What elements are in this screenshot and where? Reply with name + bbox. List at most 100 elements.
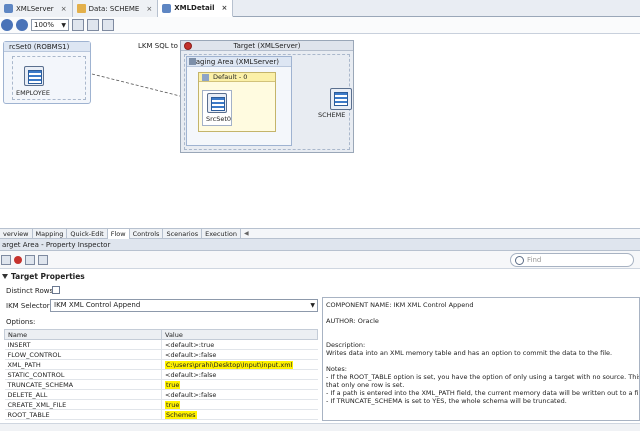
option-value-text: Schemes — [165, 410, 197, 419]
option-value-text: true — [165, 400, 181, 409]
target-close-icon[interactable] — [184, 42, 192, 50]
option-value-text: <default>:false — [165, 370, 217, 379]
column-name-header[interactable]: Name — [4, 329, 162, 340]
description-text: Writes data into an XML memory table and… — [326, 349, 613, 357]
inspector-toolbar: Find — [0, 251, 640, 269]
option-name: ROOT_TABLE — [4, 409, 162, 420]
pin-icon[interactable] — [14, 255, 22, 264]
model-icon — [4, 4, 13, 13]
close-icon[interactable]: × — [221, 4, 227, 12]
scheme-table-icon[interactable] — [330, 88, 352, 110]
option-name: CREATE_XML_FILE — [4, 399, 162, 410]
table-row[interactable]: DELETE_ALL <default>:false — [4, 389, 318, 400]
notes-title: Notes: — [326, 365, 347, 373]
staging-title: taging Area (XMLServer) — [187, 57, 291, 67]
option-name: XML_PATH — [4, 359, 162, 370]
tab-quick-edit[interactable]: Quick-Edit — [67, 229, 108, 239]
staging-icon — [189, 58, 196, 65]
layout-icon[interactable] — [87, 19, 99, 31]
tab-mapping[interactable]: Mapping — [33, 229, 68, 239]
option-name: INSERT — [4, 339, 162, 350]
table-row[interactable]: XML_PATH C:\users\prahi\Desktop\Input\inp… — [4, 359, 318, 370]
fit-icon[interactable] — [72, 19, 84, 31]
options-table: Name Value INSERT <default>:true FLOW_CONT… — [4, 329, 318, 420]
ikm-selector-value: IKM XML Control Append — [54, 301, 141, 309]
tab-overview[interactable]: verview — [0, 229, 33, 239]
tab-xmlserver[interactable]: XMLServer × — [0, 0, 73, 17]
option-name: STATIC_CONTROL — [4, 369, 162, 380]
option-name: DELETE_ALL — [4, 389, 162, 400]
tab-data-scheme[interactable]: Data: SCHEME × — [72, 0, 159, 17]
tab-label: XMLDetail — [174, 4, 215, 12]
close-icon[interactable]: × — [61, 5, 67, 13]
option-value[interactable]: Schemes — [161, 409, 318, 420]
option-value-text: <default>:true — [165, 340, 215, 349]
target-properties-header[interactable]: Target Properties — [2, 272, 85, 281]
option-value-text: true — [165, 380, 181, 389]
tab-scenarios[interactable]: Scenarios — [163, 229, 203, 239]
grid-icon[interactable] — [102, 19, 114, 31]
option-value[interactable]: <default>:false — [161, 389, 318, 400]
description-title: Description: — [326, 341, 366, 349]
option-value[interactable]: true — [161, 379, 318, 390]
scheme-label: SCHEME — [318, 111, 346, 119]
diagram-toolbar: 100% ▼ — [0, 17, 640, 34]
default-title: Default - 0 — [199, 73, 275, 82]
author: AUTHOR: Oracle — [326, 317, 379, 325]
option-value-text: <default>:false — [165, 350, 217, 359]
option-name: FLOW_CONTROL — [4, 349, 162, 360]
mapping-canvas[interactable]: rcSet0 (ROBMS1) EMPLOYEE LKM SQL to SQ T… — [0, 34, 640, 228]
property-inspector-title: arget Area - Property Inspector — [0, 239, 640, 251]
data-icon — [76, 4, 86, 13]
option-value[interactable]: <default>:true — [161, 339, 318, 350]
zoom-select[interactable]: 100% ▼ — [31, 19, 69, 31]
ikm-selector-label: IKM Selector: — [6, 302, 52, 310]
option-value[interactable]: true — [161, 399, 318, 410]
zoom-value: 100% — [34, 21, 55, 29]
dataset-icon — [202, 74, 209, 81]
editor-view-tabs: verview Mapping Quick-Edit Flow Controls… — [0, 228, 640, 239]
table-row[interactable]: TRUNCATE_SCHEMA true — [4, 379, 318, 390]
zoom-in-icon[interactable] — [1, 19, 13, 31]
find-input[interactable]: Find — [510, 253, 634, 267]
note-xml-path: - If a path is entered into the XML_PATH… — [326, 389, 640, 397]
find-placeholder: Find — [527, 256, 542, 264]
close-icon[interactable]: × — [146, 5, 152, 13]
tab-label: Data: SCHEME — [88, 4, 140, 13]
refresh-icon[interactable] — [1, 254, 11, 265]
tab-controls[interactable]: Controls — [130, 229, 164, 239]
table-row[interactable]: CREATE_XML_FILE true — [4, 399, 318, 410]
options-label: Options: — [6, 318, 36, 326]
ikm-selector[interactable]: IKM XML Control Append ▼ — [50, 299, 318, 312]
column-value-header[interactable]: Value — [161, 329, 318, 340]
tab-xmldetail[interactable]: XMLDetail × — [158, 0, 234, 17]
section-title: Target Properties — [11, 272, 85, 281]
option-value[interactable]: <default>:false — [161, 349, 318, 360]
status-bar — [0, 423, 640, 431]
tab-flow[interactable]: Flow — [107, 229, 130, 239]
mapping-icon — [162, 3, 172, 13]
option-value[interactable]: <default>:false — [161, 369, 318, 380]
chevron-down-icon: ▼ — [61, 21, 66, 29]
tab-execution[interactable]: Execution — [202, 229, 242, 239]
search-icon — [515, 255, 524, 265]
pencil-icon[interactable] — [38, 254, 48, 265]
chevron-down-icon: ▼ — [310, 302, 315, 309]
srcset-label: SrcSet0 — [206, 115, 232, 123]
table-row[interactable]: STATIC_CONTROL <default>:false — [4, 369, 318, 380]
option-name: TRUNCATE_SCHEMA — [4, 379, 162, 390]
collapse-icon[interactable] — [2, 274, 8, 279]
zoom-out-icon[interactable] — [16, 19, 28, 31]
table-row[interactable]: INSERT <default>:true — [4, 339, 318, 350]
table-row[interactable]: FLOW_CONTROL <default>:false — [4, 349, 318, 360]
edit-icon[interactable] — [25, 254, 35, 265]
note-root-table: - If the ROOT_TABLE option is set, you h… — [326, 373, 640, 381]
srcset-table-icon[interactable] — [207, 93, 227, 113]
ikm-description-panel: COMPONENT NAME: IKM XML Control Append A… — [322, 297, 640, 421]
option-value[interactable]: C:\users\prahi\Desktop\Input\input.xml — [161, 359, 318, 370]
editor-tab-bar: XMLServer × Data: SCHEME × XMLDetail × — [0, 0, 640, 17]
tab-label: XMLServer — [16, 4, 54, 13]
table-row[interactable]: ROOT_TABLE Schemes — [4, 409, 318, 420]
distinct-rows-checkbox[interactable] — [52, 286, 60, 294]
tab-scroll-left-icon[interactable]: ◀ — [241, 229, 640, 238]
